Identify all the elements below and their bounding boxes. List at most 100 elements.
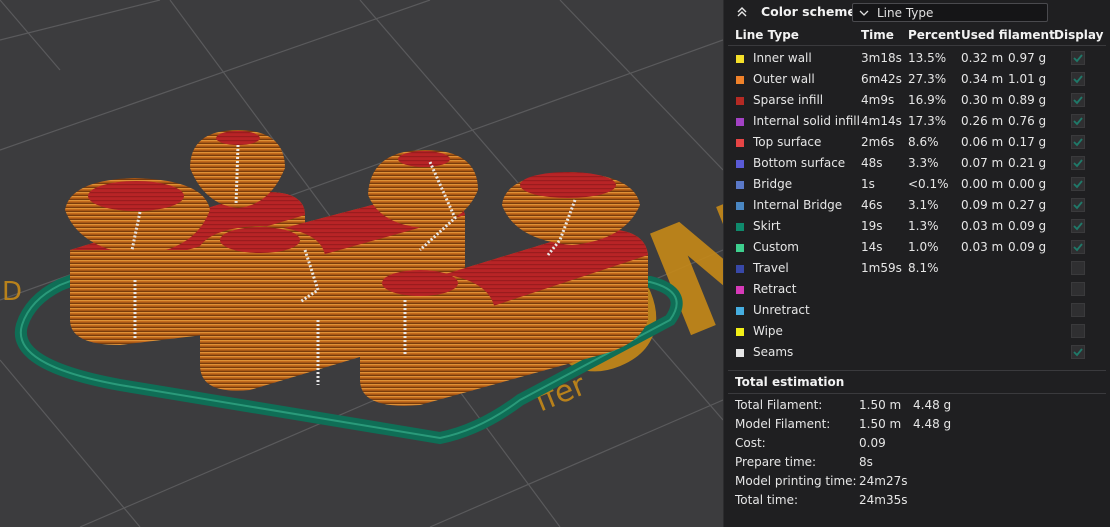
- display-checkbox[interactable]: [1071, 177, 1085, 191]
- legend-row: Internal solid infill 4m14s 17.3% 0.26 m 0.7…: [724, 111, 1110, 132]
- color-swatch: [736, 139, 744, 147]
- weight-value: 0.76 g: [1008, 114, 1047, 128]
- length-value: 0.03 m: [961, 240, 1004, 254]
- time-value: 6m42s: [861, 72, 902, 86]
- total-estimation-title: Total estimation: [735, 375, 845, 389]
- display-checkbox[interactable]: [1071, 261, 1085, 275]
- check-icon: [1073, 222, 1083, 231]
- line-type-label: Unretract: [753, 303, 810, 317]
- length-value: 0.09 m: [961, 198, 1004, 212]
- display-checkbox[interactable]: [1071, 156, 1085, 170]
- check-icon: [1073, 54, 1083, 63]
- length-value: 0.06 m: [961, 135, 1004, 149]
- display-checkbox[interactable]: [1071, 51, 1085, 65]
- line-type-label: Internal Bridge: [753, 198, 843, 212]
- color-swatch: [736, 349, 744, 357]
- color-swatch: [736, 160, 744, 168]
- check-icon: [1073, 117, 1083, 126]
- display-checkbox[interactable]: [1071, 240, 1085, 254]
- display-checkbox[interactable]: [1071, 219, 1085, 233]
- legend-row: Top surface 2m6s 8.6% 0.06 m 0.17 g: [724, 132, 1110, 153]
- column-header-time: Time: [861, 28, 894, 42]
- legend-row: Outer wall 6m42s 27.3% 0.34 m 1.01 g: [724, 69, 1110, 90]
- line-type-label: Retract: [753, 282, 797, 296]
- display-checkbox[interactable]: [1071, 282, 1085, 296]
- weight-value: 1.01 g: [1008, 72, 1047, 86]
- summary-row: Cost: 0.09: [724, 434, 1110, 453]
- weight-value: 0.97 g: [1008, 51, 1047, 65]
- percent-value: 1.3%: [908, 219, 939, 233]
- percent-value: 16.9%: [908, 93, 947, 107]
- line-type-label: Bridge: [753, 177, 793, 191]
- check-icon: [1073, 159, 1083, 168]
- time-value: 48s: [861, 156, 883, 170]
- color-scheme-dropdown[interactable]: Line Type: [852, 3, 1048, 22]
- column-header-used-filament: Used filament: [961, 28, 1055, 42]
- percent-value: 8.1%: [908, 261, 939, 275]
- display-checkbox[interactable]: [1071, 324, 1085, 338]
- time-value: 3m18s: [861, 51, 902, 65]
- legend-row: Bridge 1s <0.1% 0.00 m 0.00 g: [724, 174, 1110, 195]
- line-type-label: Wipe: [753, 324, 783, 338]
- collapse-chevrons-icon[interactable]: [735, 5, 749, 19]
- color-swatch: [736, 97, 744, 105]
- color-swatch: [736, 223, 744, 231]
- line-type-label: Outer wall: [753, 72, 815, 86]
- display-checkbox[interactable]: [1071, 303, 1085, 317]
- summary-row: Total Filament: 1.50 m 4.48 g: [724, 396, 1110, 415]
- length-value: 0.32 m: [961, 51, 1004, 65]
- legend-row: Inner wall 3m18s 13.5% 0.32 m 0.97 g: [724, 48, 1110, 69]
- color-swatch: [736, 181, 744, 189]
- length-value: 0.07 m: [961, 156, 1004, 170]
- header-divider: [728, 45, 1106, 46]
- summary-label: Total time:: [735, 493, 798, 507]
- line-type-label: Internal solid infill: [753, 114, 860, 128]
- length-value: 0.34 m: [961, 72, 1004, 86]
- check-icon: [1073, 201, 1083, 210]
- legend-row: Internal Bridge 46s 3.1% 0.09 m 0.27 g: [724, 195, 1110, 216]
- time-value: 2m6s: [861, 135, 895, 149]
- percent-value: 27.3%: [908, 72, 947, 86]
- chevron-down-icon: [859, 10, 869, 16]
- weight-value: 0.09 g: [1008, 240, 1047, 254]
- line-type-label: Sparse infill: [753, 93, 824, 107]
- summary-row: Model printing time: 24m27s: [724, 472, 1110, 491]
- percent-value: 8.6%: [908, 135, 939, 149]
- summary-value: 24m27s: [859, 474, 908, 488]
- weight-value: 0.27 g: [1008, 198, 1047, 212]
- display-checkbox[interactable]: [1071, 198, 1085, 212]
- summary-value: 24m35s: [859, 493, 908, 507]
- display-checkbox[interactable]: [1071, 135, 1085, 149]
- color-swatch: [736, 118, 744, 126]
- display-checkbox[interactable]: [1071, 72, 1085, 86]
- summary-value-secondary: 4.48 g: [913, 417, 952, 431]
- summary-value: 0.09: [859, 436, 886, 450]
- color-swatch: [736, 307, 744, 315]
- summary-divider: [728, 393, 1106, 394]
- display-checkbox[interactable]: [1071, 114, 1085, 128]
- weight-value: 0.89 g: [1008, 93, 1047, 107]
- summary-label: Model Filament:: [735, 417, 831, 431]
- time-value: 4m9s: [861, 93, 895, 107]
- legend-row: Retract: [724, 279, 1110, 300]
- legend-row: Sparse infill 4m9s 16.9% 0.30 m 0.89 g: [724, 90, 1110, 111]
- summary-label: Model printing time:: [735, 474, 857, 488]
- time-value: 19s: [861, 219, 883, 233]
- line-type-label: Seams: [753, 345, 794, 359]
- summary-value-secondary: 4.48 g: [913, 398, 952, 412]
- summary-row: Prepare time: 8s: [724, 453, 1110, 472]
- color-swatch: [736, 55, 744, 63]
- length-value: 0.30 m: [961, 93, 1004, 107]
- summary-value: 1.50 m: [859, 417, 902, 431]
- color-scheme-title: Color scheme: [761, 4, 856, 19]
- display-checkbox[interactable]: [1071, 93, 1085, 107]
- legend-row: Seams: [724, 342, 1110, 363]
- time-value: 46s: [861, 198, 883, 212]
- weight-value: 0.00 g: [1008, 177, 1047, 191]
- weight-value: 0.09 g: [1008, 219, 1047, 233]
- percent-value: 1.0%: [908, 240, 939, 254]
- display-checkbox[interactable]: [1071, 345, 1085, 359]
- legend-row: Travel 1m59s 8.1%: [724, 258, 1110, 279]
- summary-label: Cost:: [735, 436, 766, 450]
- color-scheme-value: Line Type: [877, 6, 934, 20]
